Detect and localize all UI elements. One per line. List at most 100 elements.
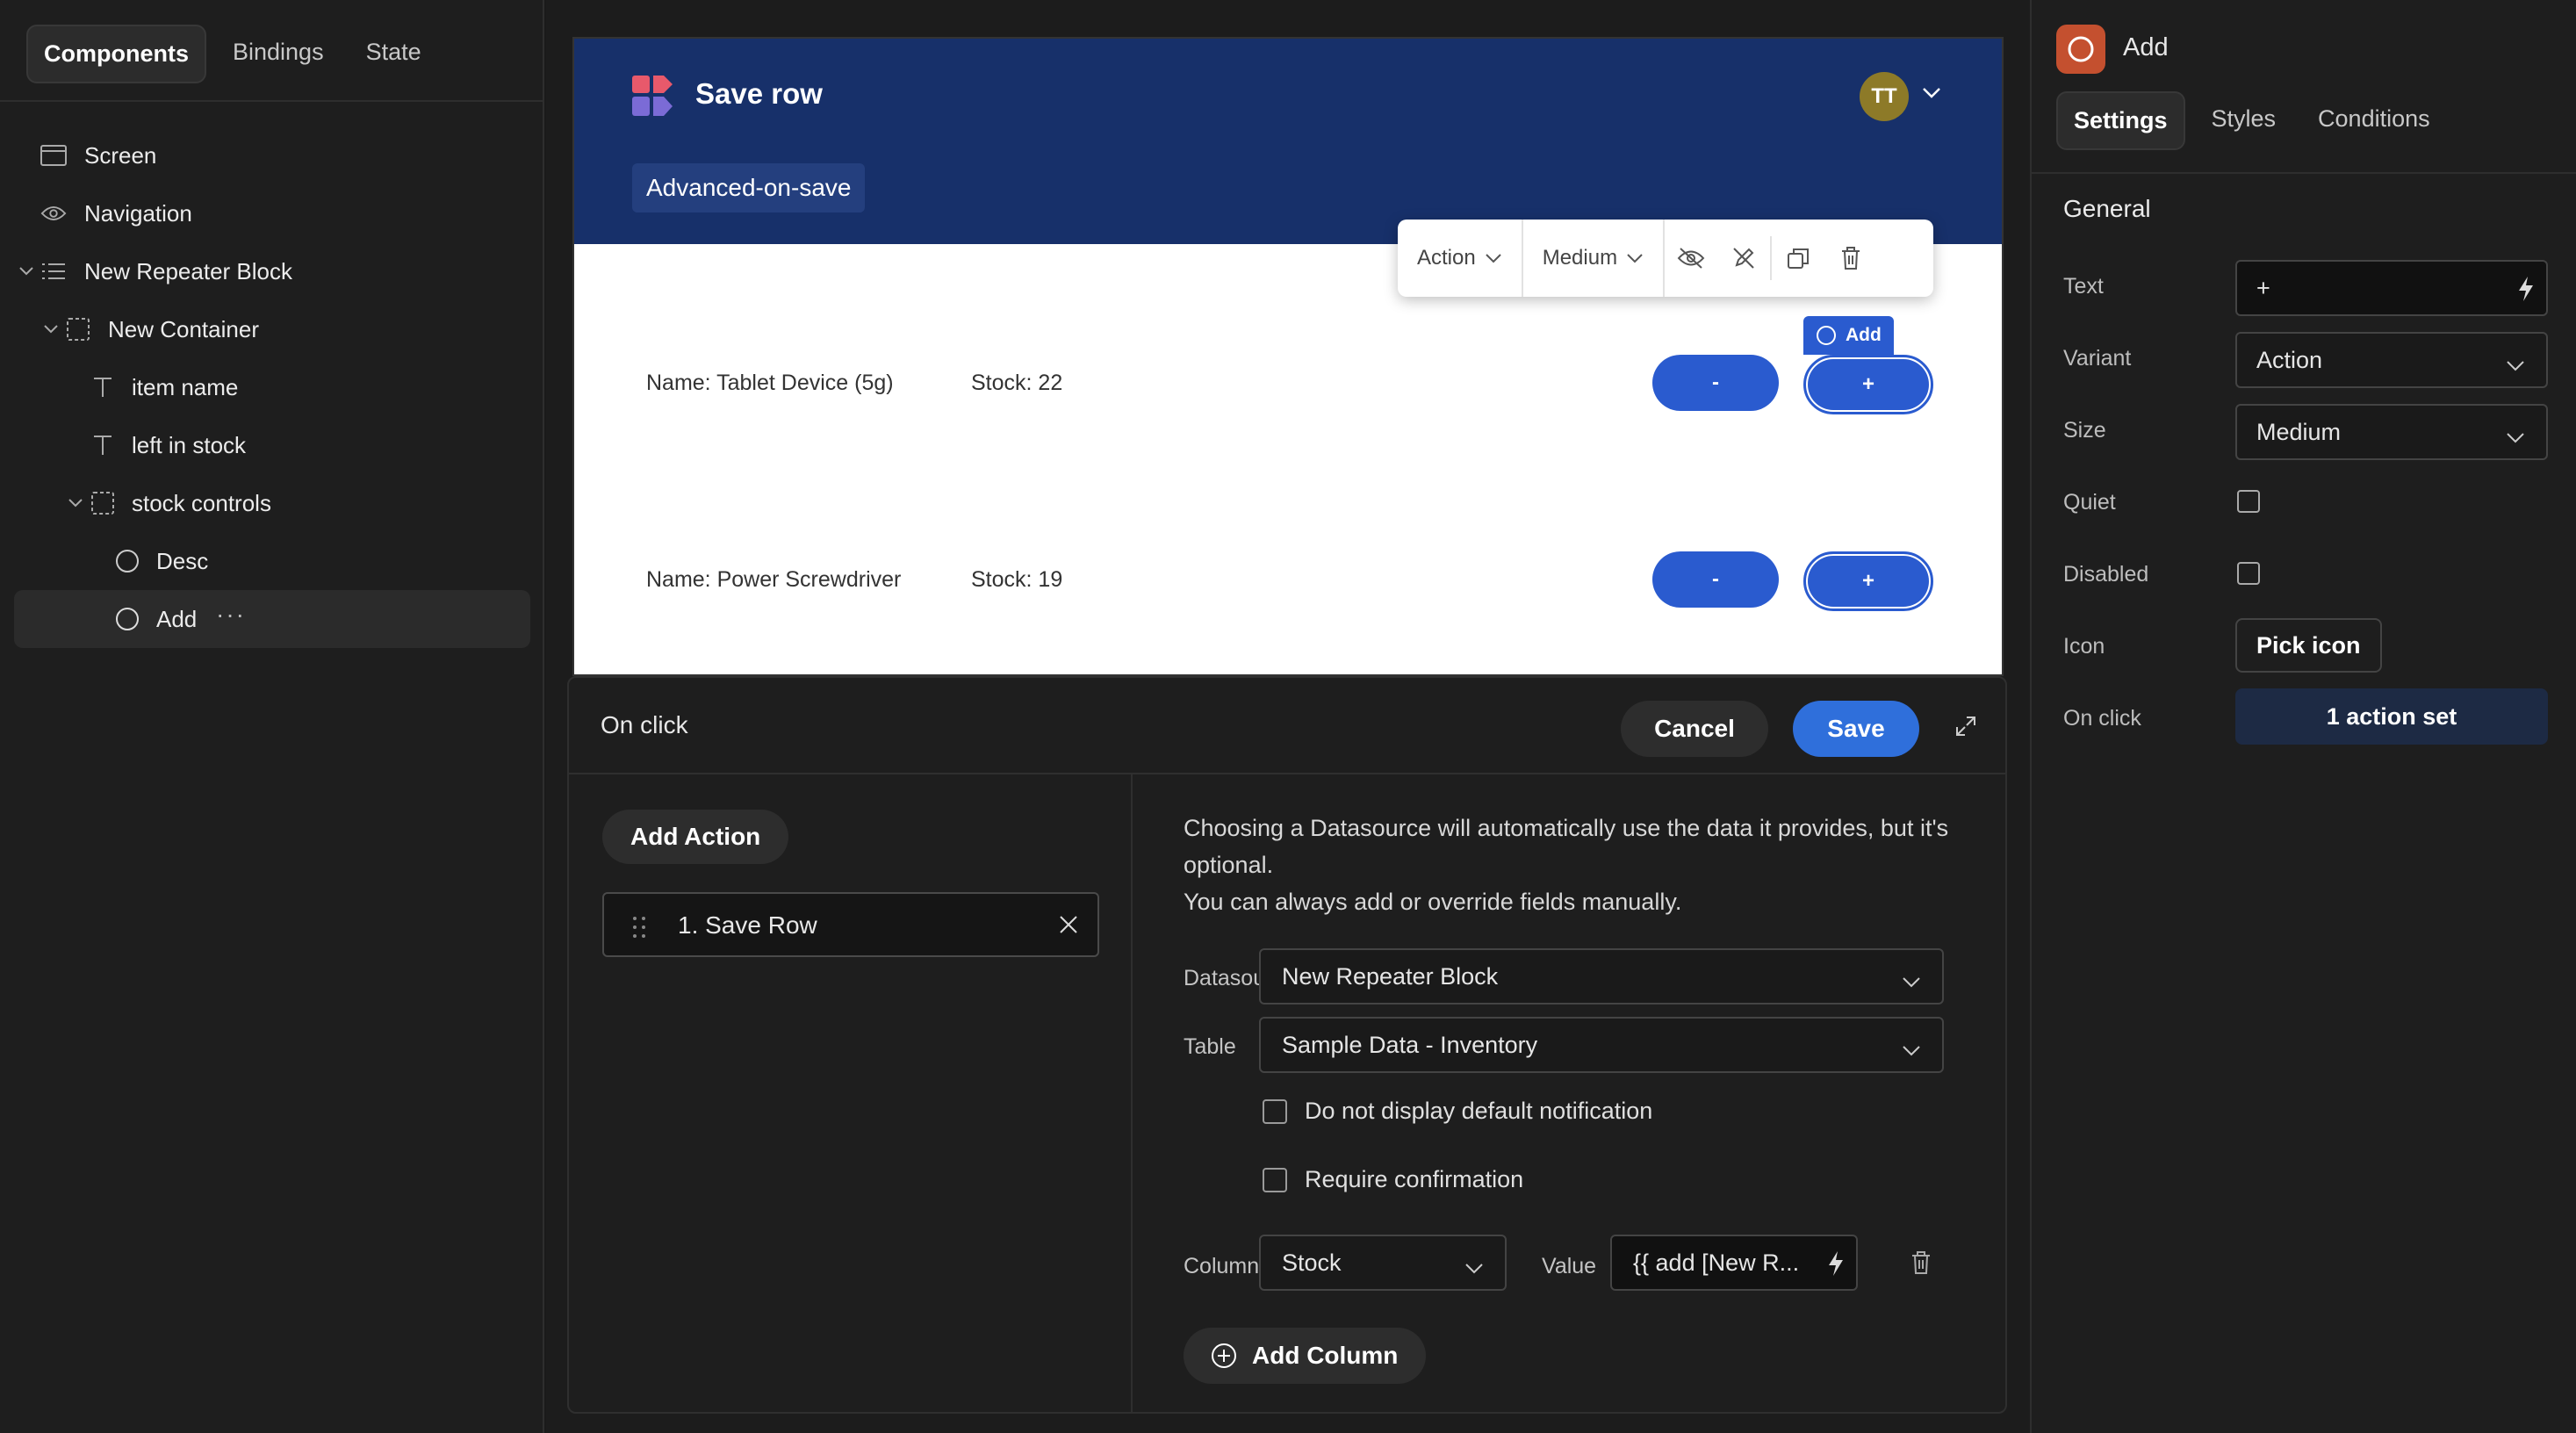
size-select[interactable]: Medium [2235, 404, 2548, 460]
item-name-text: Name: Power Screwdriver [646, 567, 902, 592]
app-title: Save row [695, 77, 823, 110]
variant-select[interactable]: Action [2235, 332, 2548, 388]
text-label: Text [2063, 274, 2104, 299]
close-icon[interactable] [1057, 913, 1080, 940]
desc-button[interactable]: - [1652, 355, 1779, 411]
screen-icon [40, 142, 67, 169]
disabled-label: Disabled [2063, 562, 2149, 587]
tree-item-label: Screen [84, 141, 157, 169]
tree-item-desc[interactable]: Desc [14, 532, 530, 590]
list-icon [40, 258, 67, 284]
tree-item-container[interactable]: New Container [14, 300, 530, 358]
more-options-icon[interactable]: ··· [216, 601, 246, 629]
checkbox-label: Do not display default notification [1305, 1098, 1653, 1124]
tab-settings[interactable]: Settings [2056, 91, 2185, 150]
expand-icon[interactable] [1954, 715, 1977, 742]
tree-item-left-in-stock[interactable]: left in stock [14, 416, 530, 474]
left-tabs: Components Bindings State [26, 25, 437, 83]
variant-value: Action [2256, 346, 2323, 373]
trash-icon[interactable] [1824, 220, 1877, 297]
desc-button[interactable]: - [1652, 551, 1779, 608]
lightning-icon[interactable] [2516, 276, 2536, 308]
datasource-value: New Repeater Block [1282, 962, 1499, 990]
component-name: Add [2123, 33, 2169, 61]
icon-label: Icon [2063, 634, 2105, 659]
tree-item-screen[interactable]: Screen [14, 126, 530, 184]
disabled-checkbox[interactable] [2237, 562, 2260, 585]
section-title: General [2063, 195, 2151, 222]
text-icon [90, 374, 116, 400]
on-click-label: On click [2063, 706, 2141, 731]
chevron-down-icon[interactable] [40, 319, 61, 340]
eye-off-icon[interactable] [1665, 220, 1717, 297]
chevron-down-icon [1902, 968, 1921, 995]
tree-item-label: New Container [108, 315, 259, 342]
chevron-down-icon[interactable] [65, 493, 86, 514]
quiet-checkbox[interactable] [2237, 490, 2260, 513]
tree-item-navigation[interactable]: Navigation [14, 184, 530, 242]
component-toolbar: Action Medium [1398, 220, 1933, 297]
value-label: Value [1542, 1254, 1597, 1278]
on-click-action-button[interactable]: 1 action set [2235, 688, 2548, 745]
table-select[interactable]: Sample Data - Inventory [1259, 1017, 1944, 1073]
add-button[interactable]: + [1803, 355, 1933, 414]
nav-item[interactable]: Advanced-on-save [632, 163, 866, 212]
plus-circle-icon [1212, 1343, 1236, 1368]
value-binding-input[interactable]: {{ add [New R... [1610, 1235, 1858, 1291]
action-list-item[interactable]: 1. Save Row [602, 892, 1099, 957]
cancel-button[interactable]: Cancel [1621, 701, 1768, 757]
container-icon [65, 316, 91, 342]
drag-handle-icon[interactable] [630, 915, 648, 944]
chevron-down-icon [1627, 254, 1643, 263]
lightning-icon[interactable] [1826, 1250, 1846, 1283]
save-button[interactable]: Save [1793, 701, 1919, 757]
add-column-button[interactable]: Add Column [1184, 1328, 1427, 1384]
chevron-down-icon [1902, 1036, 1921, 1063]
chevron-down-icon[interactable] [1921, 86, 1942, 104]
text-input[interactable]: + [2235, 260, 2548, 316]
datasource-help-text: Choosing a Datasource will automatically… [1184, 810, 1974, 920]
chevron-down-icon[interactable] [16, 261, 37, 282]
selected-component-tag: Add [1803, 316, 1894, 355]
duplicate-icon[interactable] [1772, 220, 1824, 297]
checkbox[interactable] [1263, 1098, 1287, 1124]
text-value: + [2256, 274, 2270, 301]
tree-item-repeater-block[interactable]: New Repeater Block [14, 242, 530, 300]
checkbox[interactable] [1263, 1167, 1287, 1192]
column-select[interactable]: Stock [1259, 1235, 1507, 1291]
tab-styles[interactable]: Styles [2196, 91, 2292, 150]
help-line: You can always add or override fields ma… [1184, 889, 1682, 915]
size-select[interactable]: Medium [1523, 220, 1666, 297]
divider [2032, 172, 2576, 174]
chevron-down-icon [2506, 423, 2525, 450]
settings-panel: Add Settings Styles Conditions General T… [2030, 0, 2576, 1433]
tab-bindings[interactable]: Bindings [217, 25, 340, 83]
trash-icon[interactable] [1910, 1250, 1932, 1279]
pick-icon-button[interactable]: Pick icon [2235, 618, 2382, 673]
variant-select[interactable]: Action [1398, 220, 1523, 297]
tab-components[interactable]: Components [26, 25, 206, 83]
add-button[interactable]: + [1803, 551, 1933, 611]
variant-label: Action [1417, 246, 1476, 270]
datasource-select[interactable]: New Repeater Block [1259, 948, 1944, 1005]
size-label: Medium [1542, 246, 1618, 270]
avatar[interactable]: TT [1860, 72, 1909, 121]
column-value: Stock [1282, 1249, 1342, 1276]
tree-item-add[interactable]: Add ··· [14, 590, 530, 648]
table-value: Sample Data - Inventory [1282, 1031, 1538, 1058]
app-header: Save row TT Advanced-on-save [574, 39, 2002, 244]
default-notification-checkbox-row[interactable]: Do not display default notification [1263, 1098, 1652, 1125]
pen-off-icon[interactable] [1717, 220, 1770, 297]
size-label: Size [2063, 418, 2106, 443]
tab-conditions[interactable]: Conditions [2302, 91, 2446, 150]
on-click-drawer: On click Cancel Save Add Action 1. Save … [567, 676, 2007, 1414]
tree-item-item-name[interactable]: item name [14, 358, 530, 416]
require-confirmation-checkbox-row[interactable]: Require confirmation [1263, 1166, 1523, 1193]
tree-item-stock-controls[interactable]: stock controls [14, 474, 530, 532]
tree-item-label: Navigation [84, 199, 192, 227]
add-action-button[interactable]: Add Action [602, 810, 789, 864]
table-label: Table [1184, 1034, 1236, 1059]
column-label: Column [1184, 1254, 1260, 1278]
tree-item-label: left in stock [132, 431, 247, 458]
tab-state[interactable]: State [350, 25, 437, 83]
